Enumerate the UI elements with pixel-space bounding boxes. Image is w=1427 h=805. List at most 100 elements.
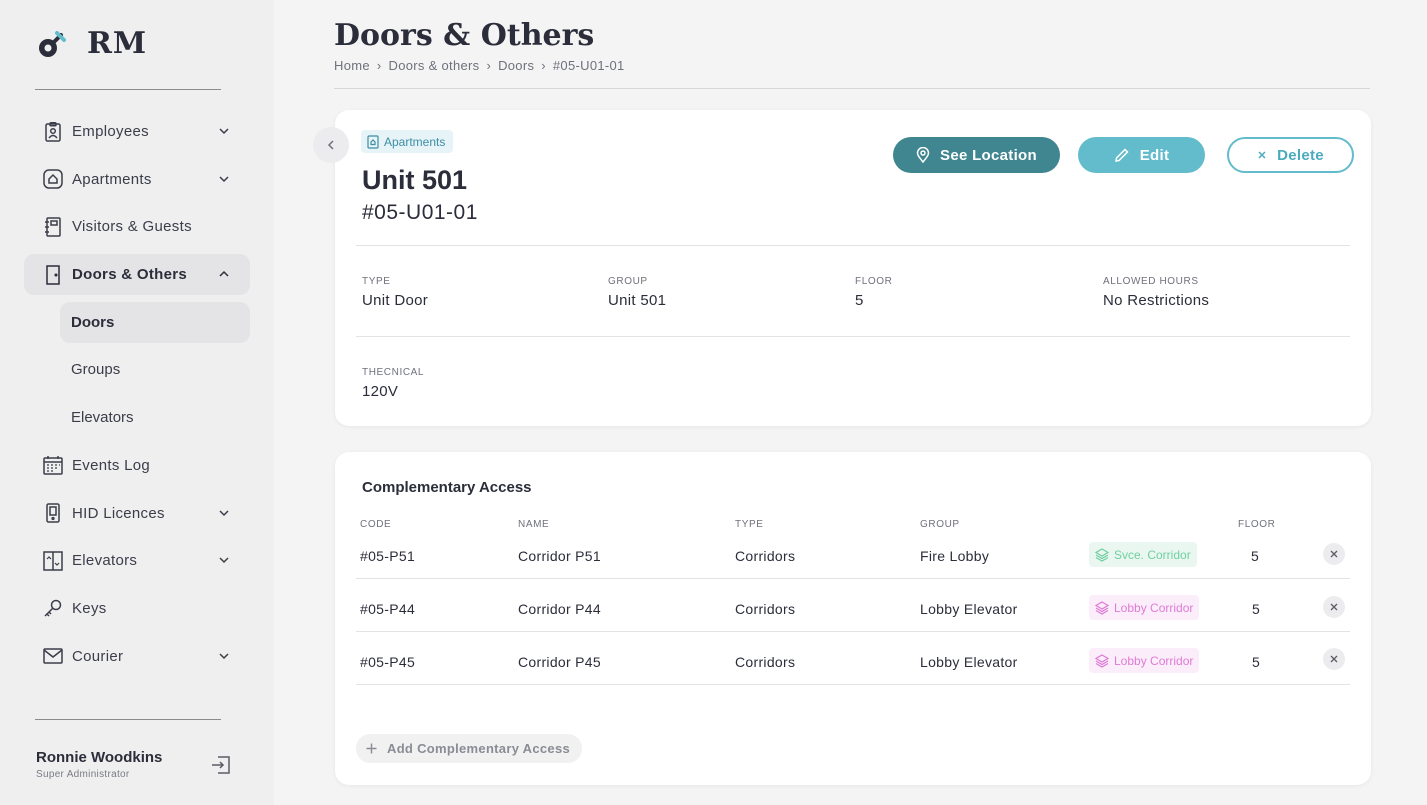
logo-text: RM xyxy=(87,26,148,61)
table-row[interactable]: #05-P44 Corridor P44 Corridors Lobby Ele… xyxy=(356,579,1350,632)
door-code: #05-U01-01 xyxy=(362,201,478,224)
chevron-down-icon xyxy=(219,509,229,516)
field-group: GROUP Unit 501 xyxy=(608,276,666,309)
field-value: 120V xyxy=(362,383,399,400)
group-badge-label: Lobby Corridor xyxy=(1114,653,1194,668)
close-icon xyxy=(1330,603,1338,611)
chevron-down-icon xyxy=(219,557,229,564)
location-pin-icon xyxy=(916,147,930,163)
breadcrumb-current: #05-U01-01 xyxy=(552,58,625,73)
group-badge: Lobby Corridor xyxy=(1089,595,1200,620)
group-badge: Lobby Corridor xyxy=(1089,648,1200,673)
logo[interactable]: RM xyxy=(37,26,147,61)
sidebar-item-elevators[interactable]: Elevators xyxy=(24,540,250,581)
cell-group: Lobby Elevator xyxy=(920,654,1018,670)
edit-label: Edit xyxy=(1139,146,1170,164)
sidebar-item-hid-licences[interactable]: HID Licences xyxy=(24,493,250,534)
user-name: Ronnie Woodkins xyxy=(36,749,163,766)
collapse-button[interactable] xyxy=(313,127,349,163)
remove-button[interactable] xyxy=(1323,543,1345,565)
cell-code: #05-P44 xyxy=(360,601,416,617)
section-title: Complementary Access xyxy=(362,479,532,496)
field-label: THECNICAL xyxy=(362,367,425,378)
edit-button[interactable]: Edit xyxy=(1078,137,1205,173)
group-badge-label: Lobby Corridor xyxy=(1114,600,1194,615)
field-value: 5 xyxy=(855,292,864,309)
field-label: ALLOWED HOURS xyxy=(1103,276,1199,287)
field-floor: FLOOR 5 xyxy=(855,276,892,309)
detail-divider xyxy=(356,245,1350,246)
house-icon xyxy=(43,169,63,189)
chevron-down-icon xyxy=(219,176,229,182)
door-title: Unit 501 xyxy=(362,165,468,195)
sidebar-nav: Employees Apartments Visitors & Guests D… xyxy=(24,111,250,683)
sidebar-item-label: Apartments xyxy=(72,170,152,188)
sidebar-item-doors-others[interactable]: Doors & Others xyxy=(24,254,250,296)
sidebar-item-label: Doors & Others xyxy=(72,266,188,284)
logout-icon[interactable] xyxy=(210,754,232,776)
sidebar-subitem-groups[interactable]: Groups xyxy=(60,349,250,390)
sidebar-item-employees[interactable]: Employees xyxy=(24,111,250,152)
table-row[interactable]: #05-P51 Corridor P51 Corridors Fire Lobb… xyxy=(356,526,1350,579)
sidebar-item-events-log[interactable]: Events Log xyxy=(24,445,250,486)
card-reader-icon xyxy=(43,503,63,523)
door-detail-card xyxy=(335,110,1371,426)
sidebar-item-courier[interactable]: Courier xyxy=(24,636,250,677)
cell-group: Fire Lobby xyxy=(920,548,990,564)
breadcrumb-home[interactable]: Home xyxy=(334,58,370,73)
category-tag: Apartments xyxy=(361,130,454,153)
sidebar-item-visitors[interactable]: Visitors & Guests xyxy=(24,206,250,247)
chevron-down-icon xyxy=(219,128,229,135)
group-badge-label: Svce. Corridor xyxy=(1114,547,1191,562)
field-value: Unit 501 xyxy=(608,292,667,309)
key-icon xyxy=(43,598,63,618)
calendar-icon xyxy=(43,455,63,476)
door-icon xyxy=(43,264,63,285)
breadcrumb-separator: › xyxy=(486,58,492,73)
cell-code: #05-P51 xyxy=(360,548,416,564)
header-divider xyxy=(334,88,1370,89)
sidebar-subitem-doors[interactable]: Doors xyxy=(60,301,250,343)
category-tag-label: Apartments xyxy=(384,134,446,149)
group-badge: Svce. Corridor xyxy=(1089,542,1197,567)
close-icon xyxy=(1330,550,1338,558)
sidebar-item-label: Employees xyxy=(72,123,149,140)
breadcrumb-separator: › xyxy=(376,58,382,73)
key-logo-icon xyxy=(39,30,66,57)
user-role: Super Administrator xyxy=(36,769,130,780)
id-badge-icon xyxy=(43,121,63,142)
add-complementary-access-button[interactable]: Add Complementary Access xyxy=(356,734,582,763)
sidebar-item-label: Courier xyxy=(72,647,124,665)
layers-icon xyxy=(1095,547,1109,562)
breadcrumb-doors[interactable]: Doors xyxy=(498,58,534,73)
see-location-label: See Location xyxy=(940,146,1037,164)
close-icon xyxy=(1258,151,1266,159)
sidebar-item-apartments[interactable]: Apartments xyxy=(24,159,250,200)
sidebar-item-keys[interactable]: Keys xyxy=(24,588,250,629)
close-icon xyxy=(1330,655,1338,663)
field-value: No Restrictions xyxy=(1103,292,1210,309)
sidebar-item-label: Keys xyxy=(72,599,107,617)
sidebar-item-label: Visitors & Guests xyxy=(72,218,192,236)
cell-type: Corridors xyxy=(735,601,796,617)
cell-floor: 5 xyxy=(1252,601,1261,617)
see-location-button[interactable]: See Location xyxy=(893,137,1060,173)
pencil-icon xyxy=(1114,148,1129,162)
table-row[interactable]: #05-P45 Corridor P45 Corridors Lobby Ele… xyxy=(356,632,1350,685)
field-value: Unit Door xyxy=(362,292,429,309)
breadcrumb-separator: › xyxy=(541,58,546,73)
field-type: TYPE Unit Door xyxy=(362,276,428,309)
sidebar-subitem-elevators[interactable]: Elevators xyxy=(60,397,250,438)
delete-button[interactable]: Delete xyxy=(1227,137,1354,173)
breadcrumb-doors-others[interactable]: Doors & others xyxy=(389,58,480,73)
sidebar-item-label: HID Licences xyxy=(72,504,165,522)
cell-name: Corridor P51 xyxy=(518,548,601,564)
cell-floor: 5 xyxy=(1252,654,1261,670)
layers-icon xyxy=(1095,600,1109,615)
remove-button[interactable] xyxy=(1323,596,1345,618)
remove-button[interactable] xyxy=(1323,648,1345,670)
plus-icon xyxy=(366,743,377,754)
cell-name: Corridor P45 xyxy=(518,654,601,670)
cell-floor: 5 xyxy=(1251,548,1260,564)
chevron-up-icon xyxy=(219,271,229,277)
